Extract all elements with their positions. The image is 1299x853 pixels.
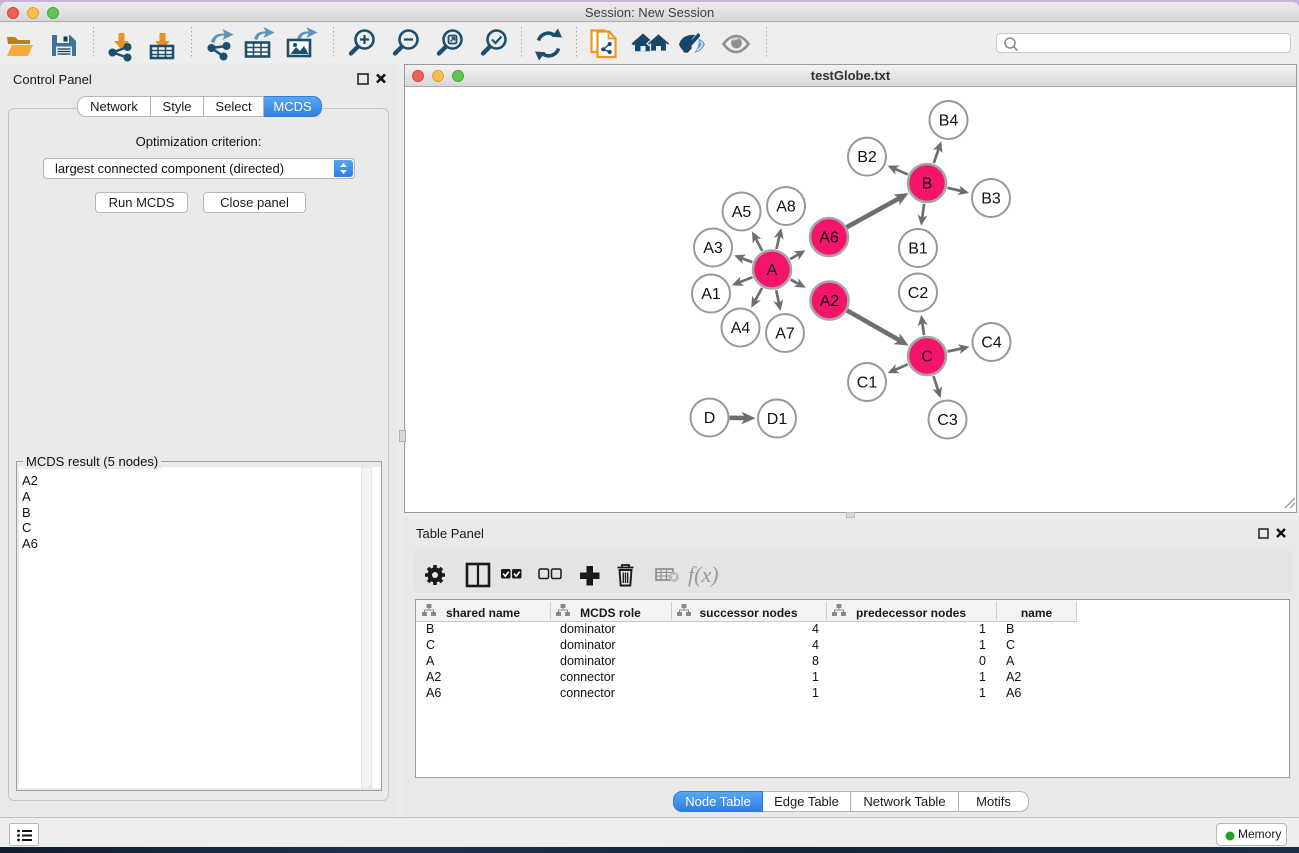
svg-text:C1: C1 (857, 375, 878, 392)
svg-text:A8: A8 (776, 199, 796, 216)
svg-text:D: D (704, 410, 716, 427)
svg-text:A4: A4 (731, 320, 751, 337)
svg-text:B3: B3 (981, 191, 1001, 208)
svg-text:C4: C4 (981, 335, 1002, 352)
svg-text:A5: A5 (732, 204, 752, 221)
svg-text:A6: A6 (819, 230, 839, 247)
svg-text:A2: A2 (820, 293, 840, 310)
svg-text:A1: A1 (701, 286, 721, 303)
svg-text:D1: D1 (767, 411, 788, 428)
svg-text:B2: B2 (857, 149, 877, 166)
svg-text:A7: A7 (775, 326, 795, 343)
svg-text:C: C (921, 349, 933, 366)
svg-text:B: B (922, 176, 933, 193)
svg-text:C2: C2 (908, 285, 929, 302)
svg-text:A3: A3 (703, 240, 723, 257)
svg-text:C3: C3 (937, 412, 958, 429)
svg-text:f(x): f(x) (688, 562, 719, 587)
svg-text:A: A (767, 262, 778, 279)
svg-text:B4: B4 (939, 113, 959, 130)
svg-text:B1: B1 (908, 241, 928, 258)
